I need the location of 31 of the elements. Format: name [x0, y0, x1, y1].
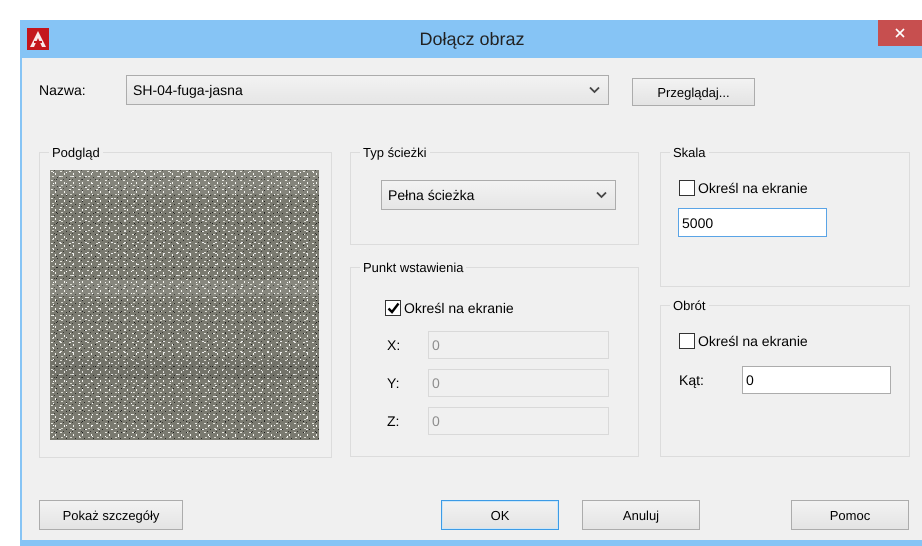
checkbox-label[interactable]: Określ na ekranie: [698, 333, 808, 349]
group-title: Typ ścieżki: [362, 145, 428, 160]
close-icon: [895, 28, 905, 38]
checkbox-label[interactable]: Określ na ekranie: [404, 300, 514, 316]
group-title: Punkt wstawienia: [362, 260, 464, 275]
input-field[interactable]: 5000: [678, 208, 827, 237]
window-title: Dołącz obraz: [419, 29, 525, 50]
chevron-down-icon: [589, 86, 600, 94]
field-label: Y:: [387, 375, 400, 391]
app-logo-icon: [26, 27, 50, 51]
dialog-button[interactable]: Anuluj: [582, 500, 700, 530]
chevron-down-icon: [596, 191, 607, 199]
checkbox[interactable]: [679, 333, 695, 349]
input-field[interactable]: 0: [742, 366, 891, 394]
checkbox[interactable]: [679, 180, 695, 196]
field-label: Kąt:: [679, 372, 705, 388]
dialog-button[interactable]: Pokaż szczegóły: [39, 500, 183, 530]
dialog-button[interactable]: Przeglądaj...: [632, 78, 755, 106]
group-title: Obrót: [672, 298, 707, 313]
field-label: Nazwa:: [39, 82, 87, 98]
dialog-button[interactable]: Pomoc: [791, 500, 909, 530]
group-title: Skala: [672, 145, 707, 160]
checkbox-label[interactable]: Określ na ekranie: [698, 180, 808, 196]
dropdown[interactable]: Pełna ścieżka: [381, 180, 616, 210]
dialog-button[interactable]: OK: [441, 500, 559, 530]
dropdown[interactable]: SH-04-fuga-jasna: [126, 75, 609, 105]
group-title: Podgląd: [51, 145, 101, 160]
checkbox[interactable]: [385, 300, 401, 316]
close-button[interactable]: [878, 20, 922, 46]
field-label: X:: [387, 337, 400, 353]
field-label: Z:: [387, 413, 400, 429]
